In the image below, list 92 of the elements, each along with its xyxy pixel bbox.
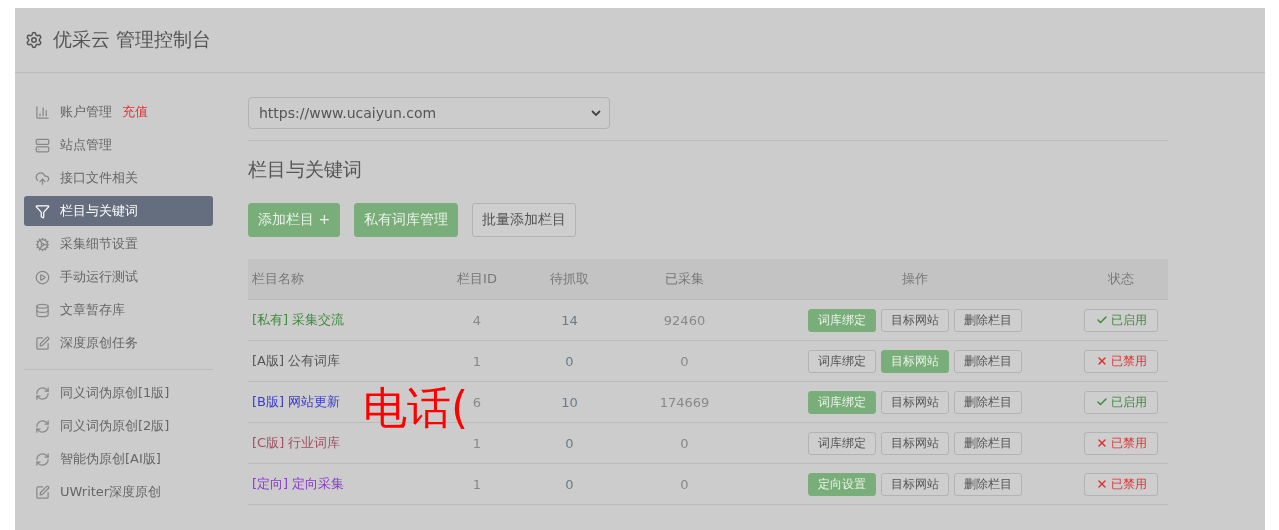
toolbar-button[interactable]: 添加栏目 + <box>248 203 341 237</box>
status-button[interactable]: 已启用 <box>1084 390 1158 414</box>
chart-icon <box>35 104 50 120</box>
cloud-upload-icon <box>35 170 50 186</box>
table-cell: [定向] 定向采集 <box>248 463 430 505</box>
database-icon <box>35 302 50 318</box>
sidebar-item-label: 手动运行测试 <box>60 268 138 286</box>
table-cell: 0 <box>525 422 615 464</box>
action-button[interactable]: 词库绑定 <box>807 308 876 332</box>
status-button[interactable]: 已启用 <box>1084 308 1158 332</box>
sidebar-item-label: 账户管理 <box>60 103 112 121</box>
sidebar-item[interactable]: 同义词伪原创[1版] <box>24 378 213 408</box>
sidebar-item-label: 文章暂存库 <box>60 301 125 319</box>
table-cell: 0 <box>615 463 755 505</box>
toolbar-button[interactable]: 批量添加栏目 <box>472 203 577 237</box>
sidebar-item-label: UWriter深度原创 <box>60 483 162 501</box>
column-header: 栏目名称 <box>248 259 430 300</box>
recharge-link[interactable]: 充值 <box>122 103 148 121</box>
refresh-icon <box>35 385 50 401</box>
sidebar-item[interactable]: 采集细节设置 <box>24 229 213 259</box>
status-button[interactable]: 已禁用 <box>1084 472 1158 496</box>
refresh-icon <box>35 418 50 434</box>
action-button[interactable]: 目标网站 <box>880 308 949 332</box>
toolbar-button[interactable]: 私有词库管理 <box>354 203 459 237</box>
sidebar-item-label: 同义词伪原创[1版] <box>60 384 170 402</box>
table-cell: 4 <box>430 299 525 341</box>
cross-icon <box>1095 437 1108 449</box>
table-cell: 1 <box>430 463 525 505</box>
action-button[interactable]: 删除栏目 <box>953 390 1022 414</box>
sidebar-item-label: 站点管理 <box>60 136 112 154</box>
sidebar-item[interactable]: 账户管理 充值 <box>24 97 213 127</box>
sidebar-item[interactable]: UWriter深度原创 <box>24 477 213 507</box>
action-button[interactable]: 删除栏目 <box>953 472 1022 496</box>
sidebar-item-label: 深度原创任务 <box>60 334 138 352</box>
action-button[interactable]: 词库绑定 <box>807 390 876 414</box>
page-title: 优采云 管理控制台 <box>53 27 212 52</box>
chevron-down-icon <box>591 109 601 117</box>
action-button[interactable]: 删除栏目 <box>953 349 1022 373</box>
sidebar-item-label: 采集细节设置 <box>60 235 138 253</box>
status-button[interactable]: 已禁用 <box>1084 431 1158 455</box>
sidebar-item-label: 智能伪原创[AI版] <box>60 450 161 468</box>
sidebar-item-label: 接口文件相关 <box>60 169 138 187</box>
table-cell: 1 <box>430 340 525 382</box>
status-button[interactable]: 已禁用 <box>1084 349 1158 373</box>
sidebar-item[interactable]: 智能伪原创[AI版] <box>24 444 213 474</box>
action-button[interactable]: 目标网站 <box>880 390 949 414</box>
action-button[interactable]: 目标网站 <box>880 472 949 496</box>
sidebar-item[interactable]: 接口文件相关 <box>24 163 213 193</box>
action-button[interactable]: 目标网站 <box>880 431 949 455</box>
column-header: 待抓取 <box>525 259 615 300</box>
column-header: 已采集 <box>615 259 755 300</box>
sidebar-item-label: 同义词伪原创[2版] <box>60 417 170 435</box>
check-icon <box>1095 314 1108 326</box>
cross-icon <box>1095 478 1108 490</box>
action-button[interactable]: 词库绑定 <box>807 349 876 373</box>
sidebar-item[interactable]: 站点管理 <box>24 130 213 160</box>
cross-icon <box>1095 355 1108 367</box>
table-cell: 0 <box>525 463 615 505</box>
column-header: 栏目ID <box>430 259 525 300</box>
filter-icon <box>35 203 50 219</box>
section-heading: 栏目与关键词 <box>248 157 363 182</box>
edit-icon <box>35 484 50 500</box>
sidebar-item[interactable]: 文章暂存库 <box>24 295 213 325</box>
sidebar-item[interactable]: 深度原创任务 <box>24 328 213 358</box>
action-button[interactable]: 词库绑定 <box>807 431 876 455</box>
server-icon <box>35 137 50 153</box>
play-icon <box>35 269 50 285</box>
column-header: 操作 <box>755 259 1075 300</box>
refresh-icon <box>35 451 50 467</box>
table-cell: 0 <box>615 422 755 464</box>
table-cell: 10 <box>525 381 615 423</box>
table-cell: 174669 <box>615 381 755 423</box>
action-button[interactable]: 删除栏目 <box>953 308 1022 332</box>
settings-icon <box>25 31 43 49</box>
action-button[interactable]: 删除栏目 <box>953 431 1022 455</box>
check-icon <box>1095 396 1108 408</box>
sidebar-item[interactable]: 手动运行测试 <box>24 262 213 292</box>
column-header: 状态 <box>1075 259 1168 300</box>
sidebar-item-label: 栏目与关键词 <box>60 202 138 220</box>
gears-icon <box>35 236 50 252</box>
action-button[interactable]: 目标网站 <box>880 349 949 373</box>
sidebar-item[interactable]: 同义词伪原创[2版] <box>24 411 213 441</box>
edit-icon <box>35 335 50 351</box>
site-select[interactable]: https://www.ucaiyun.com <box>248 97 610 129</box>
table-cell: [A版] 公有词库 <box>248 340 430 382</box>
table-cell: [私有] 采集交流 <box>248 299 430 341</box>
table-cell: 0 <box>525 340 615 382</box>
action-button[interactable]: 定向设置 <box>807 472 876 496</box>
table-cell: 0 <box>615 340 755 382</box>
table-cell: 14 <box>525 299 615 341</box>
table-cell: 92460 <box>615 299 755 341</box>
sidebar-item[interactable]: 栏目与关键词 <box>24 196 213 226</box>
